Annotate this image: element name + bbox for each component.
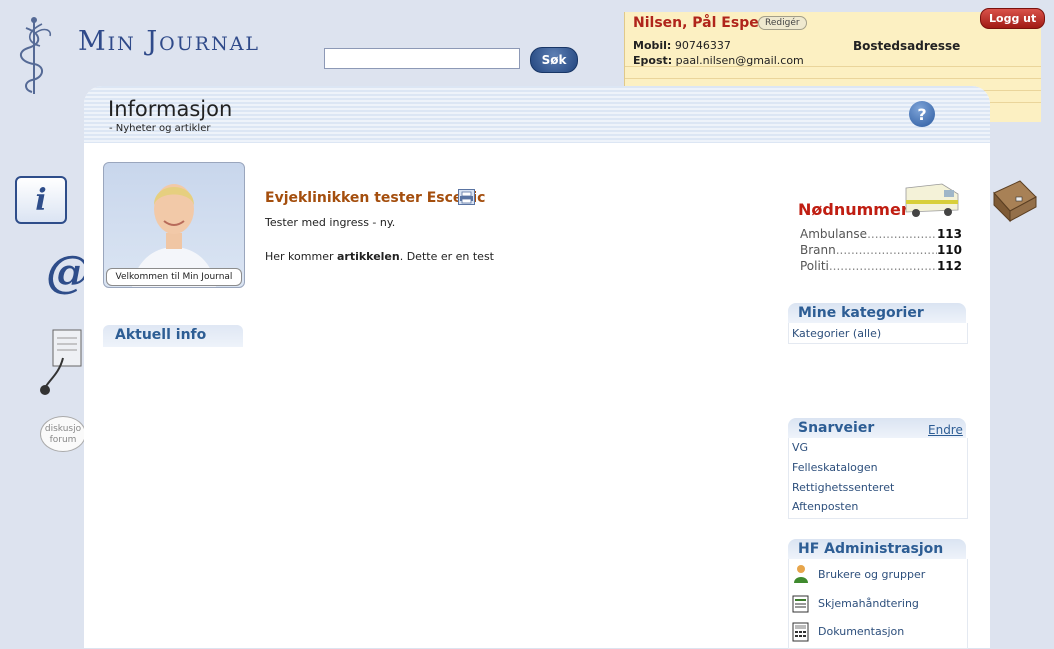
info-icon[interactable]: i	[15, 176, 67, 224]
aktuell-info-title: Aktuell info	[115, 327, 207, 343]
mobil-row: Mobil: 90746337	[633, 39, 731, 52]
search-button[interactable]: Søk	[530, 47, 578, 73]
emergency-label: Politi	[800, 259, 829, 273]
edit-profile-button[interactable]: Redigér	[758, 16, 807, 30]
mobil-value: 90746337	[674, 39, 731, 52]
admin-link-documentation[interactable]: Dokumentasjon	[818, 625, 904, 638]
emergency-number: 113	[936, 227, 962, 241]
mobil-label: Mobil:	[633, 39, 672, 52]
form-icon	[792, 595, 809, 613]
document-icon	[792, 622, 809, 642]
article-body-suffix: . Dette er en test	[399, 250, 494, 263]
snarvei-link[interactable]: Felleskatalogen	[792, 461, 878, 474]
article-ingress: Tester med ingress - ny.	[265, 216, 396, 229]
app-title: Min Journal	[78, 26, 261, 57]
emergency-label: Ambulanse	[800, 227, 868, 241]
hf-admin-title: HF Administrasjon	[798, 541, 944, 557]
emergency-row: Ambulanse ..............................…	[800, 227, 962, 241]
logout-button[interactable]: Logg ut	[980, 8, 1046, 29]
emergency-row: Politi .................................…	[800, 259, 962, 273]
snarvei-link[interactable]: Aftenposten	[792, 500, 858, 513]
snarvei-link[interactable]: Rettighetssenteret	[792, 481, 894, 494]
emergency-dots: ........................................…	[828, 259, 937, 273]
kategorier-title: Mine kategorier	[798, 305, 924, 321]
snarveier-edit-link[interactable]: Endre	[928, 423, 963, 437]
emergency-label: Brann	[800, 243, 836, 257]
help-icon[interactable]: ?	[909, 101, 935, 127]
emergency-dots: ........................................	[867, 227, 937, 241]
emergency-row: Brann ..................................…	[800, 243, 962, 257]
emergency-title: Nødnummer	[798, 200, 909, 219]
users-icon	[794, 565, 808, 583]
article-title[interactable]: Evjeklinikken tester Escenic	[265, 190, 485, 206]
kategorier-item[interactable]: Kategorier (alle)	[792, 327, 881, 340]
caduceus-logo-icon	[19, 17, 52, 94]
ambulance-icon	[905, 183, 959, 217]
snarvei-link[interactable]: VG	[792, 441, 808, 454]
emergency-dots: ........................................…	[835, 243, 937, 257]
article-body: Her kommer artikkelen. Dette er en test	[265, 250, 494, 263]
email-icon[interactable]: @	[46, 250, 90, 296]
epost-value: paal.nilsen@gmail.com	[675, 54, 804, 67]
panel-title: Informasjon	[108, 97, 233, 121]
user-name: Nilsen, Pål Espen	[633, 15, 769, 31]
snarveier-title: Snarveier	[798, 420, 875, 436]
emergency-number: 112	[936, 259, 962, 273]
print-icon[interactable]	[458, 189, 475, 205]
article-body-bold: artikkelen	[336, 250, 400, 263]
discussion-forum-icon[interactable]: diskusjo forum	[40, 416, 86, 452]
bosted-label: Bostedsadresse	[853, 39, 961, 53]
journal-stethoscope-icon[interactable]	[38, 328, 84, 398]
epost-label: Epost:	[633, 54, 673, 67]
discussion-forum-label: diskusjo forum	[44, 424, 82, 445]
admin-link-users[interactable]: Brukere og grupper	[818, 568, 925, 581]
search-input[interactable]	[324, 48, 520, 69]
welcome-caption: Velkommen til Min Journal	[106, 268, 242, 286]
folder-icon[interactable]	[990, 175, 1040, 225]
epost-row: Epost: paal.nilsen@gmail.com	[633, 54, 804, 67]
panel-subtitle: - Nyheter og artikler	[109, 123, 211, 134]
article-body-prefix: Her kommer	[265, 250, 337, 263]
info-icon-glyph: i	[35, 182, 47, 218]
admin-link-forms[interactable]: Skjemahåndtering	[818, 597, 919, 610]
emergency-number: 110	[936, 243, 962, 257]
